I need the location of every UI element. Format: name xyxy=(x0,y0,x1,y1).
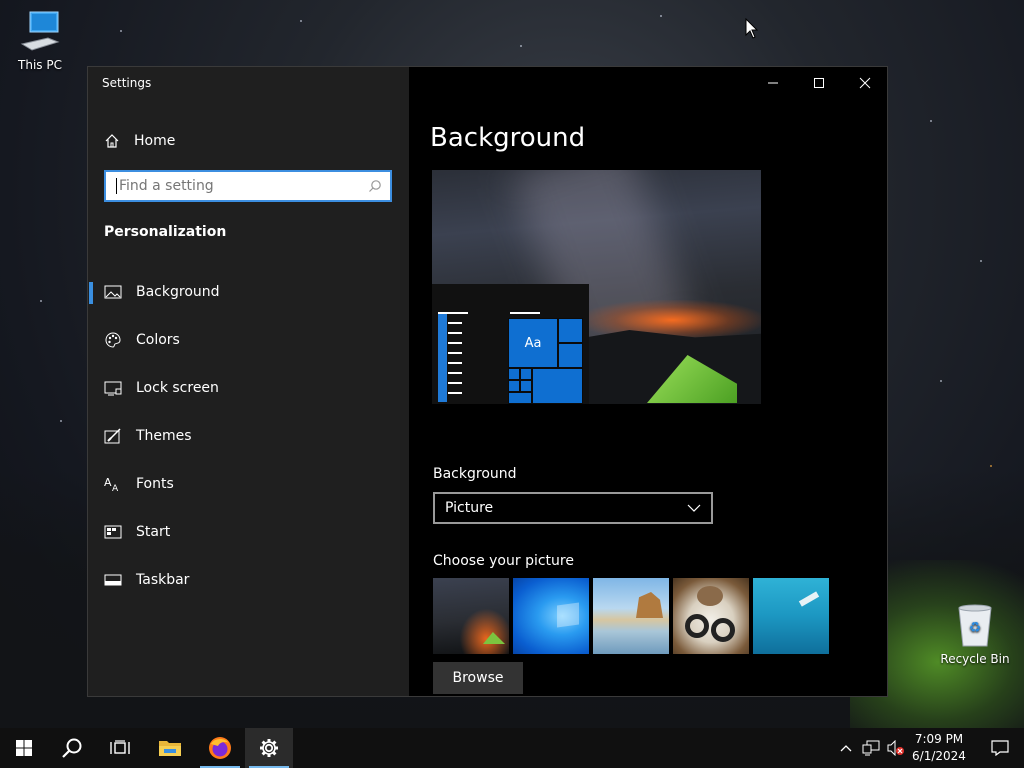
chevron-down-icon xyxy=(687,504,701,512)
network-icon xyxy=(862,740,880,756)
sidebar-item-fonts[interactable]: AA Fonts xyxy=(88,464,409,504)
picture-thumbnails xyxy=(433,578,829,654)
show-hidden-icons-button[interactable] xyxy=(834,728,858,768)
desktop-icon-label: This PC xyxy=(18,58,62,72)
minimize-button[interactable] xyxy=(750,67,796,99)
dropdown-value: Picture xyxy=(445,500,494,516)
sidebar-item-lock-screen[interactable]: Lock screen xyxy=(88,368,409,408)
thumbnail-milky-way[interactable] xyxy=(433,578,509,654)
svg-text:A: A xyxy=(112,484,119,493)
recycle-bin-icon: ♻ xyxy=(958,604,992,647)
background-label: Background xyxy=(433,466,517,482)
browse-button[interactable]: Browse xyxy=(433,662,523,694)
thumbnail-beach[interactable] xyxy=(593,578,669,654)
action-center-button[interactable] xyxy=(976,728,1024,768)
sidebar-item-label: Background xyxy=(136,284,220,300)
task-view-button[interactable] xyxy=(96,728,144,768)
sidebar-item-label: Start xyxy=(136,524,171,540)
home-icon xyxy=(105,134,119,148)
section-title: Personalization xyxy=(104,224,227,240)
taskbar-icon xyxy=(104,571,122,589)
start-button[interactable] xyxy=(0,728,48,768)
svg-text:A: A xyxy=(104,476,112,489)
settings-icon xyxy=(260,739,278,757)
sidebar-item-background[interactable]: Background xyxy=(88,272,409,312)
lock-screen-icon xyxy=(104,379,122,397)
firefox-icon xyxy=(209,737,231,759)
sidebar-item-label: Themes xyxy=(136,428,192,444)
fonts-icon: AA xyxy=(104,475,122,493)
search-icon xyxy=(62,738,82,758)
sidebar-item-label: Colors xyxy=(136,332,180,348)
mouse-cursor-icon xyxy=(745,18,759,39)
sidebar-item-themes[interactable]: Themes xyxy=(88,416,409,456)
sidebar-item-start[interactable]: Start xyxy=(88,512,409,552)
search-input[interactable]: Find a setting xyxy=(104,170,392,202)
search-button[interactable] xyxy=(48,728,96,768)
desktop-icon-recycle-bin[interactable]: ♻ Recycle Bin xyxy=(935,602,1015,666)
window-title: Settings xyxy=(102,76,152,90)
clock-time: 7:09 PM xyxy=(914,732,964,746)
sidebar-item-taskbar[interactable]: Taskbar xyxy=(88,560,409,600)
taskbar-clock[interactable]: 7:09 PM 6/1/2024 xyxy=(906,731,972,765)
volume-muted-icon xyxy=(887,740,904,756)
settings-taskbar-button[interactable] xyxy=(245,728,293,768)
chevron-up-icon xyxy=(840,745,852,752)
preview-tile-text: Aa xyxy=(508,318,558,368)
volume-button[interactable] xyxy=(884,728,908,768)
thumbnail-windows-blue[interactable] xyxy=(513,578,589,654)
close-button[interactable] xyxy=(842,67,887,99)
background-dropdown[interactable]: Picture xyxy=(433,492,713,524)
home-link[interactable]: Home xyxy=(104,130,175,152)
thumbnail-cat-shoes[interactable] xyxy=(673,578,749,654)
preview-start-menu: Aa xyxy=(432,284,589,404)
settings-window: Settings Home Find a setting Personaliza… xyxy=(87,66,888,697)
firefox-button[interactable] xyxy=(196,728,244,768)
search-placeholder: Find a setting xyxy=(119,178,214,194)
clock-date: 6/1/2024 xyxy=(912,749,966,763)
desktop-icon-this-pc[interactable]: This PC xyxy=(0,10,80,72)
thumbnail-underwater[interactable] xyxy=(753,578,829,654)
page-title: Background xyxy=(430,123,586,153)
search-icon xyxy=(369,180,381,192)
file-explorer-button[interactable] xyxy=(146,728,194,768)
choose-picture-label: Choose your picture xyxy=(433,553,574,569)
palette-icon xyxy=(104,331,122,349)
text-caret xyxy=(116,178,117,194)
taskbar: 7:09 PM 6/1/2024 xyxy=(0,728,1024,768)
svg-text:♻: ♻ xyxy=(969,620,982,636)
maximize-icon xyxy=(814,78,824,88)
windows-logo-icon xyxy=(16,740,32,756)
maximize-button[interactable] xyxy=(796,67,842,99)
network-button[interactable] xyxy=(858,728,884,768)
task-view-icon xyxy=(110,740,130,754)
sidebar-item-label: Taskbar xyxy=(136,572,190,588)
picture-icon xyxy=(104,283,122,301)
home-label: Home xyxy=(134,133,176,149)
start-icon xyxy=(104,523,122,541)
close-icon xyxy=(859,77,871,89)
settings-content: Background Aa Background Picture Choose … xyxy=(409,67,887,696)
sidebar-item-colors[interactable]: Colors xyxy=(88,320,409,360)
desktop-icon-label: Recycle Bin xyxy=(940,652,1010,666)
themes-icon xyxy=(104,427,122,445)
minimize-icon xyxy=(768,82,778,84)
settings-sidebar: Settings Home Find a setting Personaliza… xyxy=(88,67,409,696)
this-pc-icon xyxy=(20,11,60,51)
sidebar-item-label: Lock screen xyxy=(136,380,219,396)
notifications-icon xyxy=(991,740,1009,756)
background-preview: Aa xyxy=(432,170,761,404)
file-explorer-icon xyxy=(159,741,181,756)
sidebar-item-label: Fonts xyxy=(136,476,174,492)
